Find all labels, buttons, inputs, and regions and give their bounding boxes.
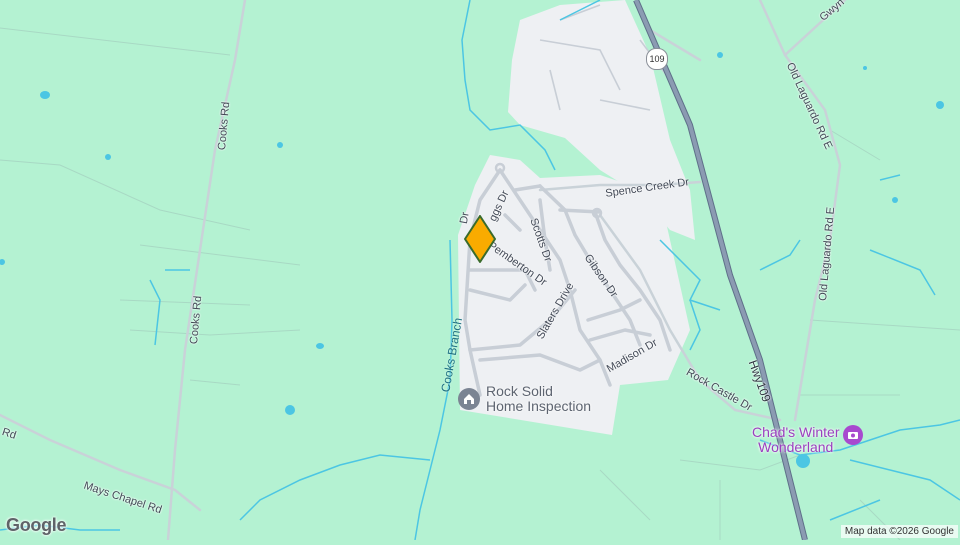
place-chads-winter-wonderland[interactable]: Chad's Winter Wonderland — [752, 424, 864, 455]
location-marker-icon[interactable] — [463, 215, 497, 265]
place-rock-solid-home-inspection[interactable]: Rock Solid Home Inspection — [458, 384, 591, 414]
google-logo: Google — [6, 515, 67, 535]
place-name-line2: Wonderland — [758, 439, 834, 455]
place-name-line2: Home Inspection — [486, 398, 592, 414]
place-name-line1: Chad's Winter — [752, 424, 840, 440]
map-base-layer — [0, 0, 960, 542]
map-attribution[interactable]: Map data ©2026 Google — [840, 525, 958, 538]
route-shield: 109 — [646, 48, 668, 70]
place-name-line1: Rock Solid — [486, 383, 553, 399]
map-canvas[interactable]: 109 Cooks Rd Cooks Rd Mays Chapel Rd Rd … — [0, 0, 960, 542]
house-icon — [458, 388, 480, 410]
camera-icon — [843, 425, 864, 445]
